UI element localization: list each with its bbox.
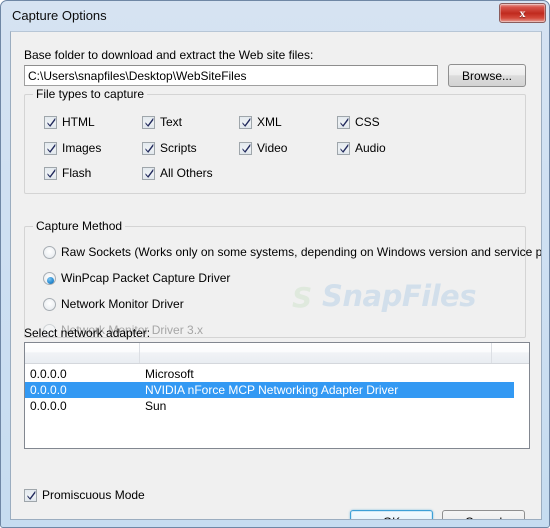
file-type-label: Images xyxy=(62,141,102,155)
base-folder-input[interactable] xyxy=(24,65,438,86)
checkbox-box xyxy=(337,116,350,129)
close-icon: x xyxy=(519,6,526,20)
checkbox-box xyxy=(44,167,57,180)
radio-circle xyxy=(43,272,56,285)
table-row[interactable]: 0.0.0.0 NVIDIA nForce MCP Networking Adap… xyxy=(25,382,529,398)
file-types-group-title: File types to capture xyxy=(33,87,148,101)
title-bar: Capture Options x xyxy=(1,1,549,30)
check-icon xyxy=(27,490,36,500)
check-icon xyxy=(145,168,154,178)
checkbox-box xyxy=(44,116,57,129)
base-folder-label: Base folder to download and extract the … xyxy=(24,48,314,62)
close-button[interactable]: x xyxy=(499,3,546,23)
file-type-label: HTML xyxy=(62,115,95,129)
dialog-client-area: S SnapFiles Base folder to download and … xyxy=(10,31,542,520)
check-icon xyxy=(340,143,349,153)
checkbox-box xyxy=(44,142,57,155)
capture-method-label: Network Monitor Driver xyxy=(61,297,184,311)
file-type-label: All Others xyxy=(160,166,213,180)
checkbox-box xyxy=(142,142,155,155)
radio-selected-dot-icon xyxy=(47,277,54,284)
file-type-label: Audio xyxy=(355,141,386,155)
checkbox-box xyxy=(142,167,155,180)
radio-circle xyxy=(43,246,56,259)
checkbox-box xyxy=(239,116,252,129)
network-adapter-list[interactable]: 0.0.0.0 Microsoft 0.0.0.0 NVIDIA nForce MCP… xyxy=(24,342,530,449)
file-type-label: Flash xyxy=(62,166,92,180)
ok-button[interactable]: OK xyxy=(350,510,433,519)
check-icon xyxy=(242,117,251,127)
checkbox-box xyxy=(239,142,252,155)
radio-circle xyxy=(43,298,56,311)
check-icon xyxy=(340,117,349,127)
capture-method-label: WinPcap Packet Capture Driver xyxy=(61,271,231,285)
adapter-name-cell: NVIDIA nForce MCP Networking Adapter Dri… xyxy=(145,383,399,397)
promiscuous-mode-label: Promiscuous Mode xyxy=(42,488,145,502)
network-adapter-list-header xyxy=(25,343,529,364)
table-row[interactable]: 0.0.0.0 Sun xyxy=(25,398,529,414)
checkbox-box xyxy=(24,489,37,502)
check-icon xyxy=(145,143,154,153)
column-header-extra[interactable] xyxy=(492,343,529,363)
adapter-ip-cell: 0.0.0.0 xyxy=(30,383,67,397)
column-header-name[interactable] xyxy=(140,343,492,363)
adapter-ip-cell: 0.0.0.0 xyxy=(30,367,67,381)
file-type-label: CSS xyxy=(355,115,380,129)
file-type-label: Video xyxy=(257,141,288,155)
adapter-name-cell: Sun xyxy=(145,399,167,413)
adapter-ip-cell: 0.0.0.0 xyxy=(30,399,67,413)
table-row[interactable]: 0.0.0.0 Microsoft xyxy=(25,366,529,382)
check-icon xyxy=(145,117,154,127)
column-header-ip[interactable] xyxy=(25,343,140,363)
checkbox-box xyxy=(337,142,350,155)
check-icon xyxy=(47,117,56,127)
check-icon xyxy=(47,168,56,178)
cancel-button[interactable]: Cancel xyxy=(442,510,525,519)
capture-method-label: Raw Sockets (Works only on some systems,… xyxy=(61,245,542,259)
check-icon xyxy=(242,143,251,153)
checkbox-box xyxy=(142,116,155,129)
network-adapter-label: Select network adapter: xyxy=(24,326,151,340)
check-icon xyxy=(47,143,56,153)
window-title: Capture Options xyxy=(12,8,107,23)
file-type-label: Scripts xyxy=(160,141,197,155)
file-type-label: Text xyxy=(160,115,183,129)
capture-method-group-title: Capture Method xyxy=(33,219,126,233)
file-type-label: XML xyxy=(257,115,282,129)
capture-options-dialog: Capture Options x S SnapFiles Base folde… xyxy=(0,0,550,528)
browse-button[interactable]: Browse... xyxy=(448,64,526,87)
adapter-name-cell: Microsoft xyxy=(145,367,194,381)
